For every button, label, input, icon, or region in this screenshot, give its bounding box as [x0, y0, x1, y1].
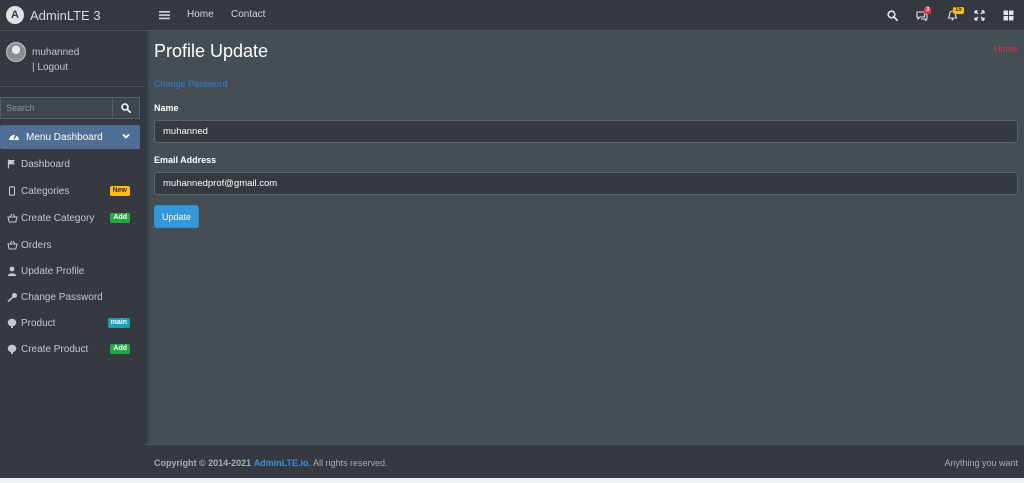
name-label: Name — [154, 103, 179, 113]
user-panel — [0, 31, 145, 87]
messages-dropdown[interactable]: 3 — [915, 7, 932, 22]
chevron-down-icon — [122, 133, 130, 139]
brand-link[interactable]: A AdminLTE 3 — [0, 0, 145, 31]
sidebar-item-label: Create Product — [21, 343, 89, 355]
th-large-icon — [1003, 10, 1013, 20]
footer-copyright: Copyright © 2014-2021 AdminLTE.io. All r… — [154, 458, 388, 468]
notifications-dropdown[interactable]: 15 — [945, 7, 964, 22]
basket-icon — [6, 212, 18, 224]
brand-text: AdminLTE 3 — [30, 7, 101, 23]
update-button[interactable]: Update — [154, 205, 199, 228]
sidebar-item-create-product[interactable]: Create Product Add — [6, 339, 134, 359]
expand-arrows-icon — [973, 9, 985, 21]
sidebar-item-change-password[interactable]: Change Password — [6, 287, 134, 307]
navbar-search-button[interactable] — [885, 8, 899, 22]
mobile-icon — [6, 185, 18, 197]
bars-icon — [158, 11, 170, 20]
sidebar-item-label: Create Category — [21, 212, 95, 224]
nav-link-contact[interactable]: Contact — [231, 9, 265, 20]
sidebar-item-label: Categories — [21, 185, 70, 197]
email-label: Email Address — [154, 155, 217, 165]
badge-add: Add — [110, 344, 130, 354]
menu-dashboard-toggle[interactable]: Menu Dashboard — [0, 125, 140, 149]
main-footer: Copyright © 2014-2021 AdminLTE.io. All r… — [145, 444, 1024, 478]
badge-new: New — [109, 186, 130, 196]
sidebar-search-input[interactable] — [0, 97, 112, 119]
sidebar-item-product[interactable]: Product main — [6, 313, 134, 333]
footer-brand-link[interactable]: AdminLTE.io. — [254, 458, 311, 468]
page-title: Profile Update — [154, 41, 269, 61]
footer-right-text: Anything you want — [944, 458, 1018, 468]
badge-main: main — [107, 318, 130, 328]
basket-icon — [6, 239, 18, 251]
sidebar-search-button[interactable] — [112, 97, 140, 119]
key-icon — [6, 291, 18, 303]
user-icon — [6, 265, 18, 277]
menu-dashboard-label: Menu Dashboard — [26, 131, 103, 143]
user-name[interactable]: muhanned — [32, 47, 79, 58]
name-input[interactable] — [154, 120, 1018, 143]
notifications-badge: 15 — [953, 7, 964, 14]
sidebar-item-orders[interactable]: Orders — [6, 235, 134, 255]
sidebar-item-create-category[interactable]: Create Category Add — [6, 208, 134, 228]
brain-icon — [6, 317, 18, 329]
sidebar-item-update-profile[interactable]: Update Profile — [6, 261, 134, 281]
sidebar-search — [0, 97, 140, 119]
control-sidebar-button[interactable] — [1001, 8, 1015, 22]
badge-add: Add — [110, 213, 130, 223]
rights-text: All rights reserved. — [313, 458, 388, 468]
copyright-text: Copyright © 2014-2021 — [154, 458, 252, 468]
brain-icon — [6, 343, 18, 355]
brand-logo-icon: A — [6, 6, 24, 24]
search-icon — [121, 103, 131, 113]
nav-link-home[interactable]: Home — [187, 9, 214, 20]
sidebar-item-label: Dashboard — [21, 158, 70, 170]
user-avatar[interactable] — [6, 42, 26, 62]
page-bottom-edge — [0, 478, 1024, 483]
sidebar-item-label: Update Profile — [21, 265, 85, 277]
app-shell: A AdminLTE 3 muhanned | Logout Menu Dash… — [0, 0, 1024, 478]
sidebar-item-categories[interactable]: Categories New — [6, 181, 134, 201]
email-input[interactable] — [154, 172, 1018, 195]
flag-icon — [6, 158, 18, 170]
sidebar-item-label: Change Password — [21, 291, 103, 303]
fullscreen-button[interactable] — [972, 8, 986, 22]
main-sidebar: A AdminLTE 3 muhanned | Logout Menu Dash… — [0, 0, 145, 478]
breadcrumb-home-link[interactable]: Home — [994, 44, 1018, 54]
sidebar-item-label: Orders — [21, 239, 52, 251]
sidebar-item-dashboard[interactable]: Dashboard — [6, 154, 134, 174]
sidebar-item-label: Product — [21, 317, 56, 329]
search-icon — [886, 9, 898, 21]
tachometer-icon — [9, 134, 19, 140]
logout-link[interactable]: | Logout — [32, 62, 68, 73]
top-navbar: Home Contact 3 15 — [145, 0, 1024, 31]
messages-badge: 3 — [924, 7, 932, 14]
change-password-link[interactable]: Change Password — [154, 79, 228, 89]
hamburger-menu-button[interactable] — [157, 8, 171, 22]
